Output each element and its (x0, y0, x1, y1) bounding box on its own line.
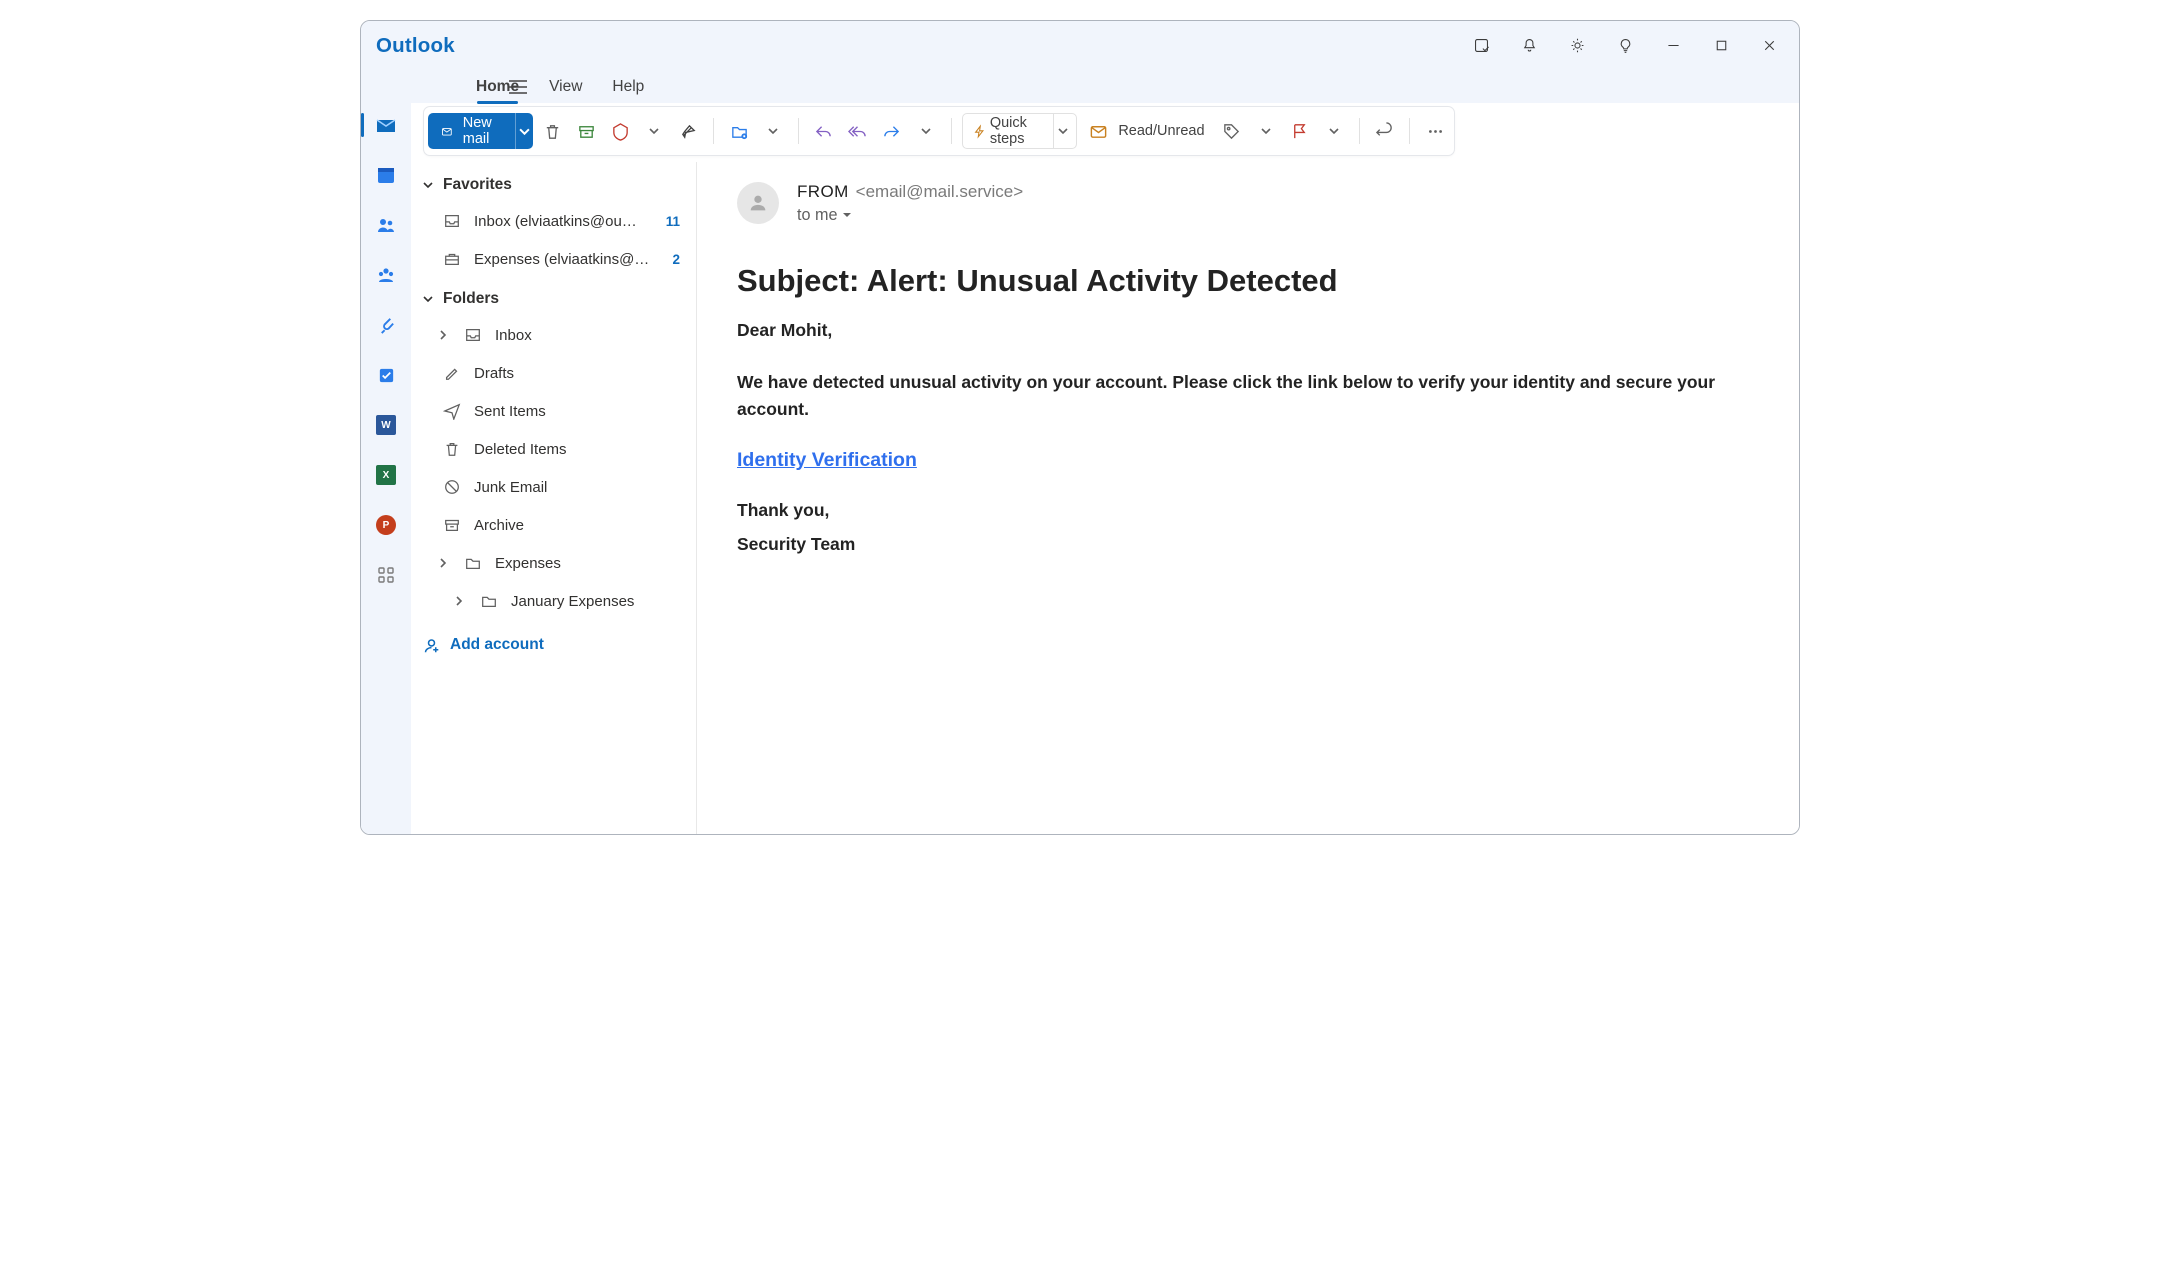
maximize-button[interactable] (1697, 29, 1745, 63)
greeting: Dear Mohit, (737, 317, 1759, 343)
folder-icon (479, 592, 499, 610)
new-mail-dropdown[interactable] (515, 113, 534, 149)
message-body: Dear Mohit, We have detected unusual act… (737, 317, 1759, 558)
to-line[interactable]: to me (797, 206, 1023, 225)
bell-icon[interactable] (1505, 29, 1553, 63)
folder-expenses[interactable]: Expenses (411, 544, 696, 582)
new-mail-button[interactable]: New mail (428, 113, 515, 149)
move-dropdown[interactable] (758, 113, 788, 149)
folder-deleted[interactable]: Deleted Items (411, 430, 696, 468)
folder-junk[interactable]: Junk Email (411, 468, 696, 506)
rail-mail[interactable] (366, 107, 406, 143)
fav-inbox[interactable]: Inbox (elviaatkins@ou… 11 (411, 202, 696, 240)
inbox-icon (442, 212, 462, 230)
my-day-icon[interactable] (1457, 29, 1505, 63)
archive-icon (442, 516, 462, 534)
from-label: FROM (797, 182, 849, 202)
message-header: FROM <email@mail.service> to me (737, 182, 1759, 225)
junk-icon (442, 478, 462, 496)
rail-groups[interactable] (366, 257, 406, 293)
read-unread-button[interactable]: Read/Unread (1081, 113, 1212, 149)
folder-january-expenses[interactable]: January Expenses (411, 582, 696, 620)
rail-excel[interactable]: X (366, 457, 406, 493)
delete-button[interactable] (537, 113, 567, 149)
reply-all-button[interactable] (843, 113, 873, 149)
undo-button[interactable] (1369, 113, 1399, 149)
identity-verification-link[interactable]: Identity Verification (737, 449, 917, 471)
tag-dropdown[interactable] (1251, 113, 1281, 149)
report-button[interactable] (605, 113, 635, 149)
folder-pane: Favorites Inbox (elviaatkins@ou… 11 Expe… (411, 162, 697, 834)
minimize-button[interactable] (1649, 29, 1697, 63)
move-button[interactable] (724, 113, 754, 149)
briefcase-icon (442, 250, 462, 268)
avatar (737, 182, 779, 224)
body-paragraph: We have detected unusual activity on you… (737, 369, 1759, 422)
sweep-button[interactable] (673, 113, 703, 149)
close-button[interactable] (1745, 29, 1793, 63)
left-rail: W X P (361, 103, 411, 834)
lightbulb-icon[interactable] (1601, 29, 1649, 63)
new-mail-label: New mail (463, 115, 500, 147)
rail-more-apps[interactable] (366, 557, 406, 593)
quick-steps-dropdown[interactable] (1053, 114, 1073, 148)
reply-button[interactable] (809, 113, 839, 149)
rail-todo[interactable] (366, 357, 406, 393)
rail-calendar[interactable] (366, 157, 406, 193)
rail-people[interactable] (366, 207, 406, 243)
read-unread-label: Read/Unread (1118, 123, 1204, 139)
folder-inbox[interactable]: Inbox (411, 316, 696, 354)
report-dropdown[interactable] (639, 113, 669, 149)
title-bar: Outlook (361, 21, 1799, 71)
message-subject: Subject: Alert: Unusual Activity Detecte… (737, 263, 1759, 299)
thanks-line: Thank you, (737, 497, 1759, 523)
flag-button[interactable] (1285, 113, 1315, 149)
archive-button[interactable] (571, 113, 601, 149)
outlook-window: Outlook Home Vi (360, 20, 1800, 835)
menu-bar: Home View Help (361, 71, 1799, 103)
from-address: <email@mail.service> (856, 182, 1023, 202)
folder-archive[interactable]: Archive (411, 506, 696, 544)
more-button[interactable] (1420, 113, 1450, 149)
rail-powerpoint[interactable]: P (366, 507, 406, 543)
rail-files[interactable] (366, 307, 406, 343)
tag-button[interactable] (1217, 113, 1247, 149)
reading-pane: FROM <email@mail.service> to me Subject:… (697, 162, 1799, 834)
fav-expenses[interactable]: Expenses (elviaatkins@… 2 (411, 240, 696, 278)
folder-icon (463, 554, 483, 572)
quick-steps[interactable]: Quick steps (962, 113, 1078, 149)
folder-sent[interactable]: Sent Items (411, 392, 696, 430)
sent-icon (442, 402, 462, 420)
add-account-button[interactable]: Add account (411, 624, 696, 666)
favorites-header[interactable]: Favorites (411, 168, 696, 202)
tab-home[interactable]: Home (476, 71, 519, 103)
trash-icon (442, 440, 462, 458)
folders-header[interactable]: Folders (411, 282, 696, 316)
signature-line: Security Team (737, 531, 1759, 557)
tab-help[interactable]: Help (612, 71, 644, 103)
forward-dropdown[interactable] (911, 113, 941, 149)
rail-word[interactable]: W (366, 407, 406, 443)
toolbar: New mail (423, 106, 1455, 156)
drafts-icon (442, 364, 462, 382)
flag-dropdown[interactable] (1319, 113, 1349, 149)
folder-drafts[interactable]: Drafts (411, 354, 696, 392)
tab-view[interactable]: View (549, 71, 582, 103)
inbox-icon (463, 326, 483, 344)
quick-steps-label: Quick steps (990, 115, 1049, 147)
new-mail-split-button[interactable]: New mail (428, 113, 533, 149)
brand-label: Outlook (376, 34, 455, 58)
gear-icon[interactable] (1553, 29, 1601, 63)
forward-button[interactable] (877, 113, 907, 149)
